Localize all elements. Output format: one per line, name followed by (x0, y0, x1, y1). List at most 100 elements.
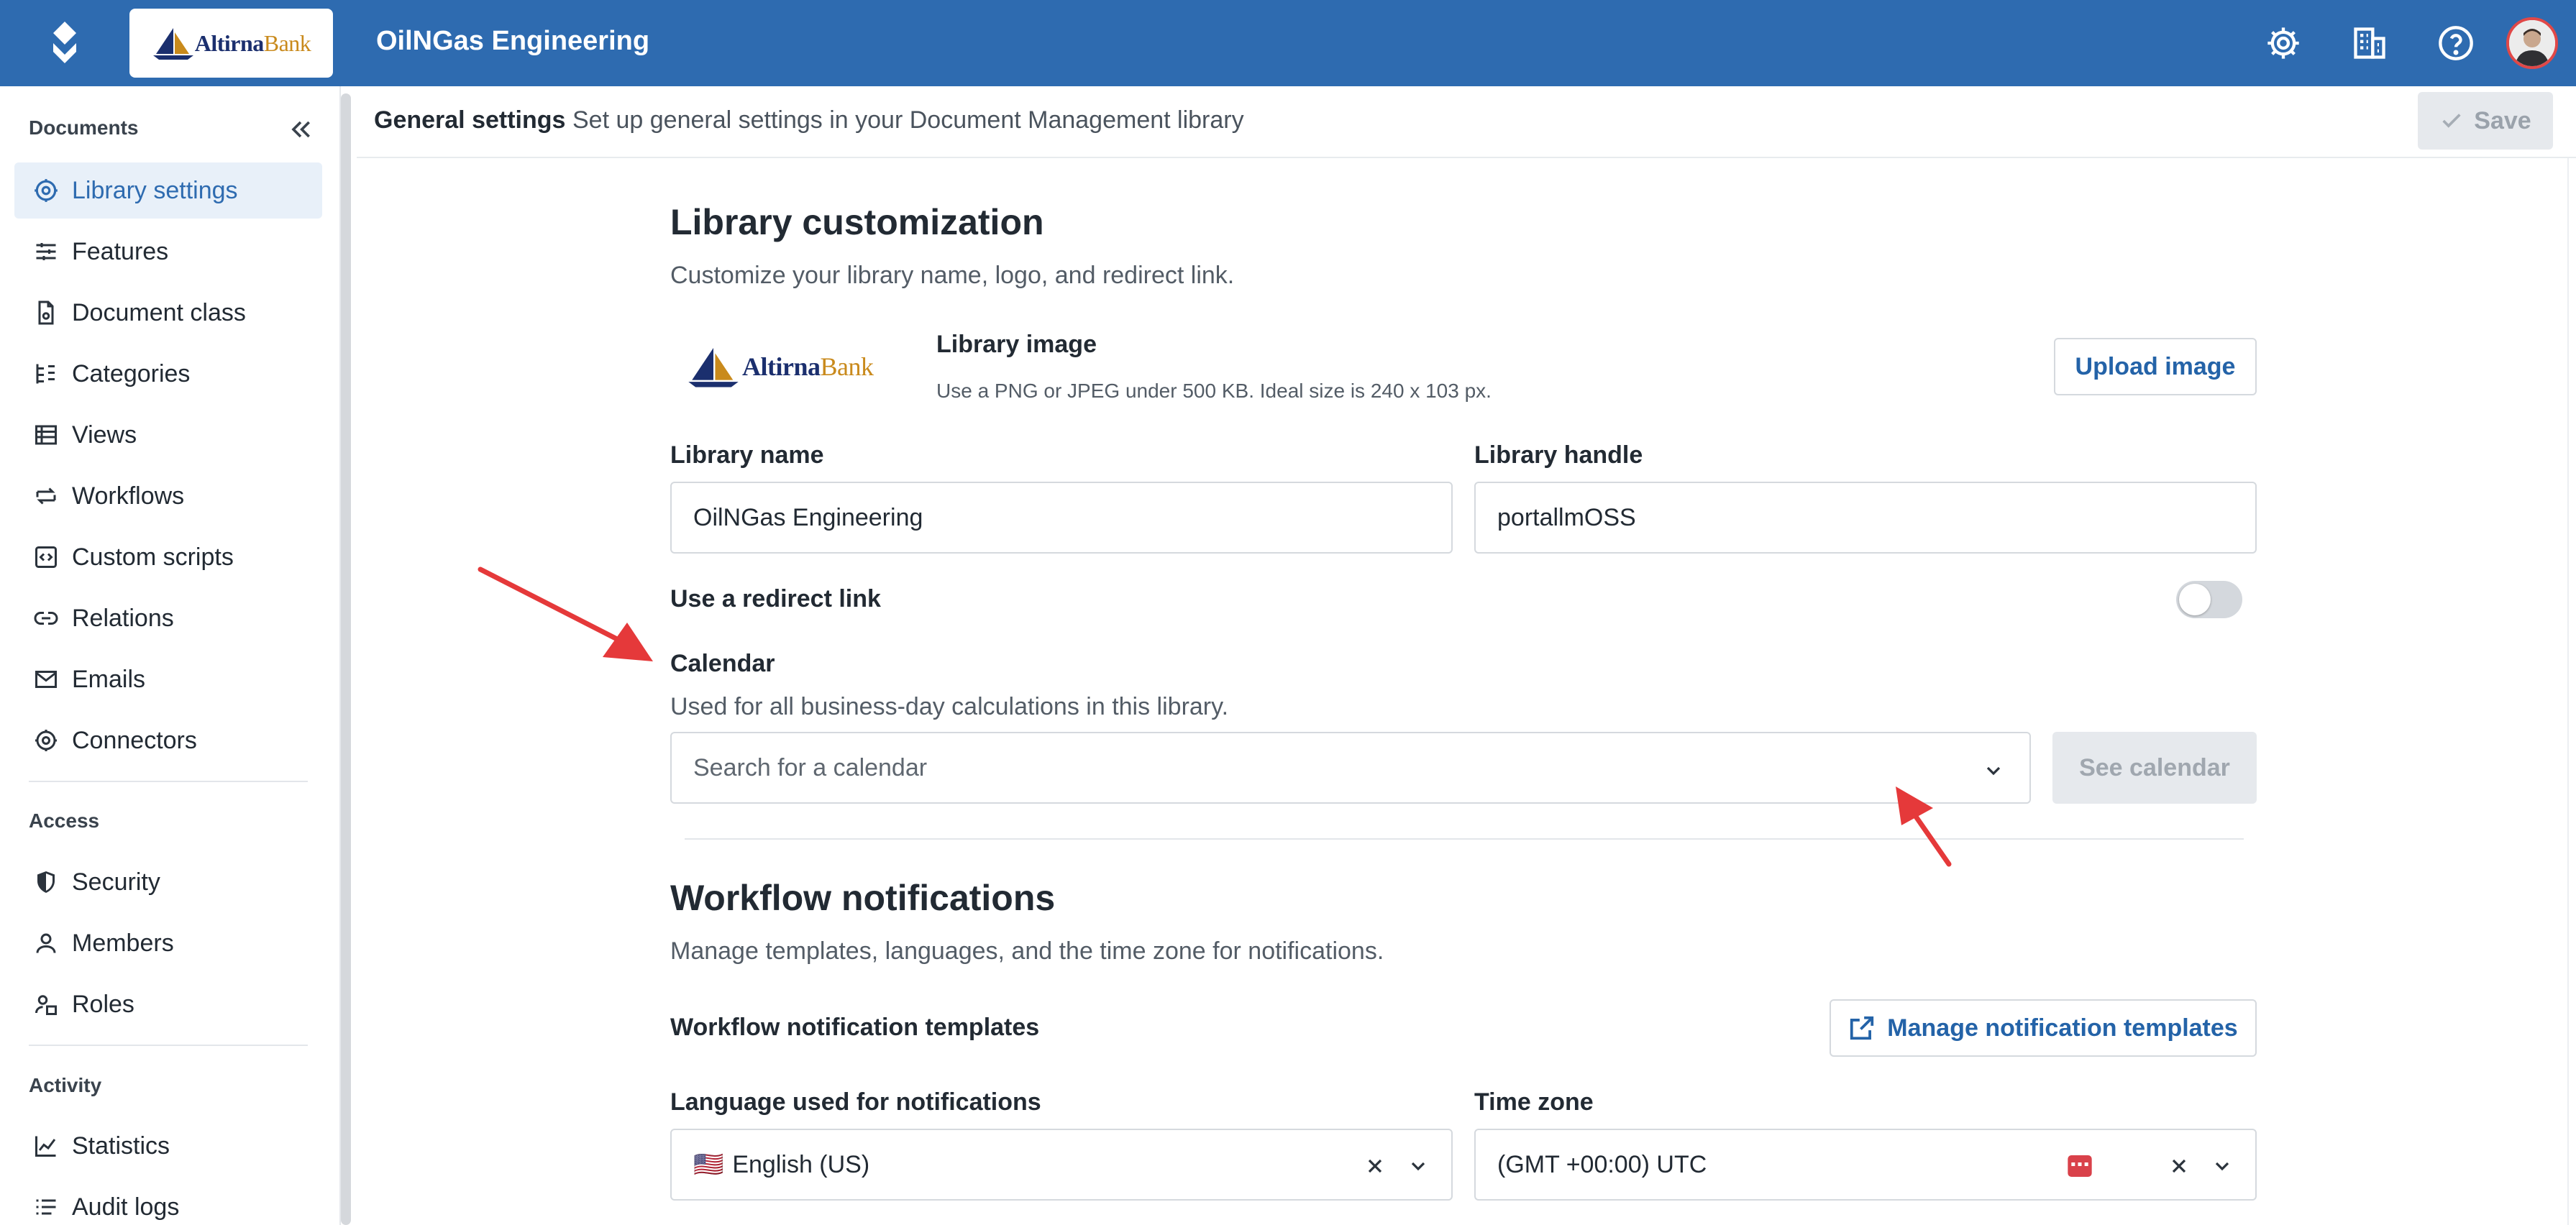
check-icon (2442, 114, 2461, 128)
sidebar-item-label: Statistics (72, 1132, 170, 1160)
upload-image-button[interactable]: Upload image (2054, 338, 2257, 395)
sidebar-item-label: Emails (72, 665, 146, 693)
sidebar-item-roles[interactable]: Roles (14, 976, 322, 1032)
redirect-toggle[interactable] (2176, 581, 2242, 618)
settings-subtitle: Set up general settings in your Document… (572, 106, 1244, 134)
gear-icon (30, 725, 62, 756)
library-image-label: Library image (936, 331, 1097, 358)
calendar-description: Used for all business-day calculations i… (670, 693, 1229, 720)
sidebar-item-workflows[interactable]: Workflows (14, 468, 322, 524)
brand-ship-icon (152, 28, 193, 60)
sidebar-item-document-class[interactable]: Document class (14, 285, 322, 341)
sidebar-item-connectors[interactable]: Connectors (14, 712, 322, 769)
templates-label: Workflow notification templates (670, 1014, 1040, 1041)
gear-icon (30, 175, 62, 206)
app-logo-icon[interactable] (43, 19, 86, 66)
sidebar-item-statistics[interactable]: Statistics (14, 1118, 322, 1174)
see-calendar-button[interactable]: See calendar (2052, 732, 2257, 804)
language-label: Language used for notifications (670, 1088, 1041, 1116)
settings-icon[interactable] (2262, 22, 2305, 65)
settings-header: General settings Set up general settings… (357, 86, 2576, 158)
sidebar-divider (29, 1045, 308, 1046)
library-title: OilNGas Engineering (376, 26, 650, 56)
sidebar-item-label: Security (72, 868, 160, 896)
sidebar-item-members[interactable]: Members (14, 915, 322, 971)
collapse-sidebar-icon[interactable] (286, 115, 315, 144)
tree-icon (30, 358, 62, 390)
sidebar-item-security[interactable]: Security (14, 854, 322, 910)
sidebar-divider (29, 781, 308, 782)
sidebar-item-label: Library settings (72, 176, 238, 204)
manage-templates-button[interactable]: Manage notification templates (1830, 999, 2257, 1057)
link-icon (30, 602, 62, 634)
sidebar-item-label: Roles (72, 990, 134, 1018)
customization-description: Customize your library name, logo, and r… (670, 262, 1235, 289)
sidebar-section-access: Access (29, 809, 100, 832)
code-icon (30, 541, 62, 573)
us-flag-icon: 🇺🇸 (693, 1151, 724, 1178)
customization-heading: Library customization (670, 202, 1044, 242)
sidebar-item-audit-logs[interactable]: Audit logs (14, 1179, 322, 1225)
content-edge (2567, 158, 2569, 1225)
brand-ship-icon (688, 347, 739, 387)
notifications-heading: Workflow notifications (670, 878, 1056, 918)
library-image-preview: AltirnaBank (685, 331, 886, 403)
timezone-value: (GMT +00:00) UTC (1497, 1150, 1707, 1178)
sidebar-section-activity: Activity (29, 1074, 102, 1096)
top-bar: AltirnaBank OilNGas Engineering (0, 0, 2576, 86)
calendar-placeholder: Search for a calendar (693, 753, 928, 781)
save-button[interactable]: Save (2418, 92, 2553, 150)
sidebar-item-label: Members (72, 929, 174, 957)
library-image-hint: Use a PNG or JPEG under 500 KB. Ideal si… (936, 380, 1492, 402)
sidebar-item-library-settings[interactable]: Library settings (14, 162, 322, 219)
language-select[interactable]: 🇺🇸 English (US) (670, 1129, 1453, 1201)
preview-brand-text-1: Altirna (742, 352, 821, 381)
clear-icon[interactable] (1364, 1155, 1387, 1178)
help-icon[interactable] (2434, 22, 2477, 65)
library-name-label: Library name (670, 441, 824, 469)
timezone-label: Time zone (1474, 1088, 1594, 1116)
sliders-icon (30, 236, 62, 267)
building-icon[interactable] (2348, 22, 2391, 65)
clear-icon[interactable] (2168, 1155, 2191, 1178)
chevron-down-icon[interactable] (1982, 759, 2005, 782)
sidebar-item-label: Document class (72, 298, 246, 326)
file-gear-icon (30, 297, 62, 329)
calendar-search-select[interactable]: Search for a calendar (670, 732, 2031, 804)
chevron-down-icon[interactable] (1407, 1155, 1430, 1178)
person-icon (30, 927, 62, 959)
sidebar-item-emails[interactable]: Emails (14, 651, 322, 707)
notifications-description: Manage templates, languages, and the tim… (670, 937, 1384, 965)
list-icon (30, 1191, 62, 1223)
library-name-value: OilNGas Engineering (693, 503, 923, 531)
sidebar-item-label: Audit logs (72, 1193, 180, 1221)
manage-templates-label: Manage notification templates (1887, 1014, 2238, 1042)
sidebar-item-categories[interactable]: Categories (14, 346, 322, 402)
loop-icon (30, 480, 62, 512)
sidebar-item-features[interactable]: Features (14, 224, 322, 280)
preview-brand-text-2: Bank (820, 352, 874, 381)
sidebar-item-label: Relations (72, 604, 174, 632)
sidebar-item-label: Connectors (72, 726, 197, 754)
mail-icon (30, 664, 62, 695)
toggle-knob (2179, 584, 2211, 615)
sidebar-item-views[interactable]: Views (14, 407, 322, 463)
brand-text-1: Altirna (194, 29, 265, 56)
library-handle-label: Library handle (1474, 441, 1643, 469)
sidebar-item-custom-scripts[interactable]: Custom scripts (14, 529, 322, 585)
password-manager-icon[interactable] (2065, 1152, 2094, 1180)
section-divider (685, 838, 2244, 840)
user-avatar[interactable] (2506, 17, 2558, 69)
sidebar-item-relations[interactable]: Relations (14, 590, 322, 646)
sidebar-scrollbar[interactable] (341, 93, 351, 1225)
sidebar-item-label: Workflows (72, 482, 185, 510)
library-name-input[interactable]: OilNGas Engineering (670, 482, 1453, 554)
redirect-label: Use a redirect link (670, 585, 881, 612)
brand-text-2: Bank (263, 29, 311, 56)
chevron-down-icon[interactable] (2211, 1155, 2234, 1178)
timezone-select[interactable]: (GMT +00:00) UTC (1474, 1129, 2257, 1201)
roles-icon (30, 988, 62, 1020)
sidebar-section-documents: Documents (29, 116, 139, 139)
library-handle-input[interactable]: portallmOSS (1474, 482, 2257, 554)
brand-logo[interactable]: AltirnaBank (129, 9, 333, 78)
